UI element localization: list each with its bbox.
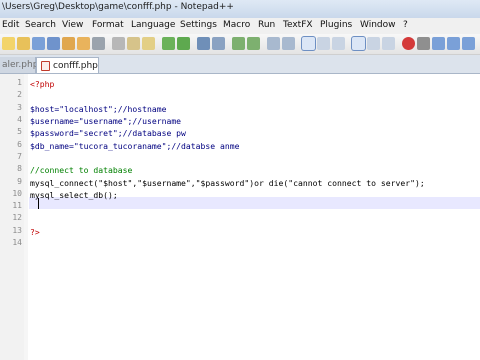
print-icon[interactable] [92,37,105,50]
menu-window[interactable]: Window [360,20,396,30]
line-number: 3 [17,103,22,112]
code-line: $db_name="tucora_tucoraname";//databse a… [30,141,240,151]
line-number-gutter: 1 2 3 4 5 6 7 8 9 10 11 12 13 14 [0,74,25,360]
menu-search[interactable]: Search [25,20,56,30]
code-line: ?> [30,227,40,237]
menu-help[interactable]: ? [403,20,408,30]
file-modified-icon [41,61,50,71]
line-number: 1 [17,78,22,87]
cut-icon[interactable] [112,37,125,50]
tab-bar: aler.php confff.php [0,55,480,74]
find-icon[interactable] [197,37,210,50]
code-line: $host="localhost";//hostname [30,104,167,114]
line-number: 5 [17,127,22,136]
code-line: mysql_select_db(); [30,190,118,200]
line-number: 13 [12,226,22,235]
menu-settings[interactable]: Settings [180,20,217,30]
toolbar [0,34,480,55]
code-line: mysql_connect("$host","$username","$pass… [30,178,425,188]
replace-icon[interactable] [212,37,225,50]
line-number: 9 [17,177,22,186]
tab-label: aler.php [2,60,39,70]
new-file-icon[interactable] [2,37,15,50]
window-titlebar: \Users\Greg\Desktop\game\confff.php - No… [0,0,480,19]
stop-macro-icon[interactable] [417,37,430,50]
record-macro-icon[interactable] [402,37,415,50]
menu-textfx[interactable]: TextFX [283,20,313,30]
save-macro-icon[interactable] [462,37,475,50]
zoom-out-icon[interactable] [247,37,260,50]
code-editor[interactable]: <?php $host="localhost";//hostname $user… [30,74,425,237]
tab-aler[interactable]: aler.php [0,57,39,73]
run-macro-multiple-icon[interactable] [447,37,460,50]
copy-icon[interactable] [127,37,140,50]
save-icon[interactable] [32,37,45,50]
close-all-icon[interactable] [77,37,90,50]
function-list-icon[interactable] [382,37,395,50]
menu-language[interactable]: Language [131,20,175,30]
close-icon[interactable] [62,37,75,50]
line-number: 6 [17,140,22,149]
indent-guide-icon[interactable] [332,37,345,50]
text-cursor [38,198,39,209]
menu-run[interactable]: Run [258,20,275,30]
play-macro-icon[interactable] [432,37,445,50]
zoom-in-icon[interactable] [232,37,245,50]
sync-horizontal-icon[interactable] [282,37,295,50]
open-file-icon[interactable] [17,37,30,50]
code-line: $username="username";//username [30,116,182,126]
menu-macro[interactable]: Macro [223,20,250,30]
line-number: 10 [12,189,22,198]
undo-icon[interactable] [162,37,175,50]
line-number: 4 [17,115,22,124]
line-number: 12 [12,213,22,222]
redo-icon[interactable] [177,37,190,50]
code-line: <?php [30,79,55,89]
menu-format[interactable]: Format [92,20,124,30]
doc-map-icon[interactable] [367,37,380,50]
line-number: 2 [17,90,22,99]
menu-edit[interactable]: Edit [2,20,19,30]
menu-plugins[interactable]: Plugins [320,20,352,30]
show-all-chars-icon[interactable] [317,37,330,50]
line-number: 8 [17,164,22,173]
word-wrap-icon[interactable] [302,37,315,50]
window-title: \Users\Greg\Desktop\game\confff.php - No… [2,2,234,12]
fold-margin [24,74,28,360]
sync-vertical-icon[interactable] [267,37,280,50]
code-line: //connect to database [30,165,133,175]
menu-view[interactable]: View [62,20,83,30]
line-number: 7 [17,152,22,161]
user-language-icon[interactable] [352,37,365,50]
tab-label: confff.php [53,61,98,71]
line-number: 14 [12,238,22,247]
line-number: 11 [12,201,22,210]
tab-confff[interactable]: confff.php [36,57,99,73]
paste-icon[interactable] [142,37,155,50]
menu-bar: Edit Search View Format Language Setting… [0,18,480,35]
save-all-icon[interactable] [47,37,60,50]
code-line: $password="secret";//database pw [30,128,186,138]
